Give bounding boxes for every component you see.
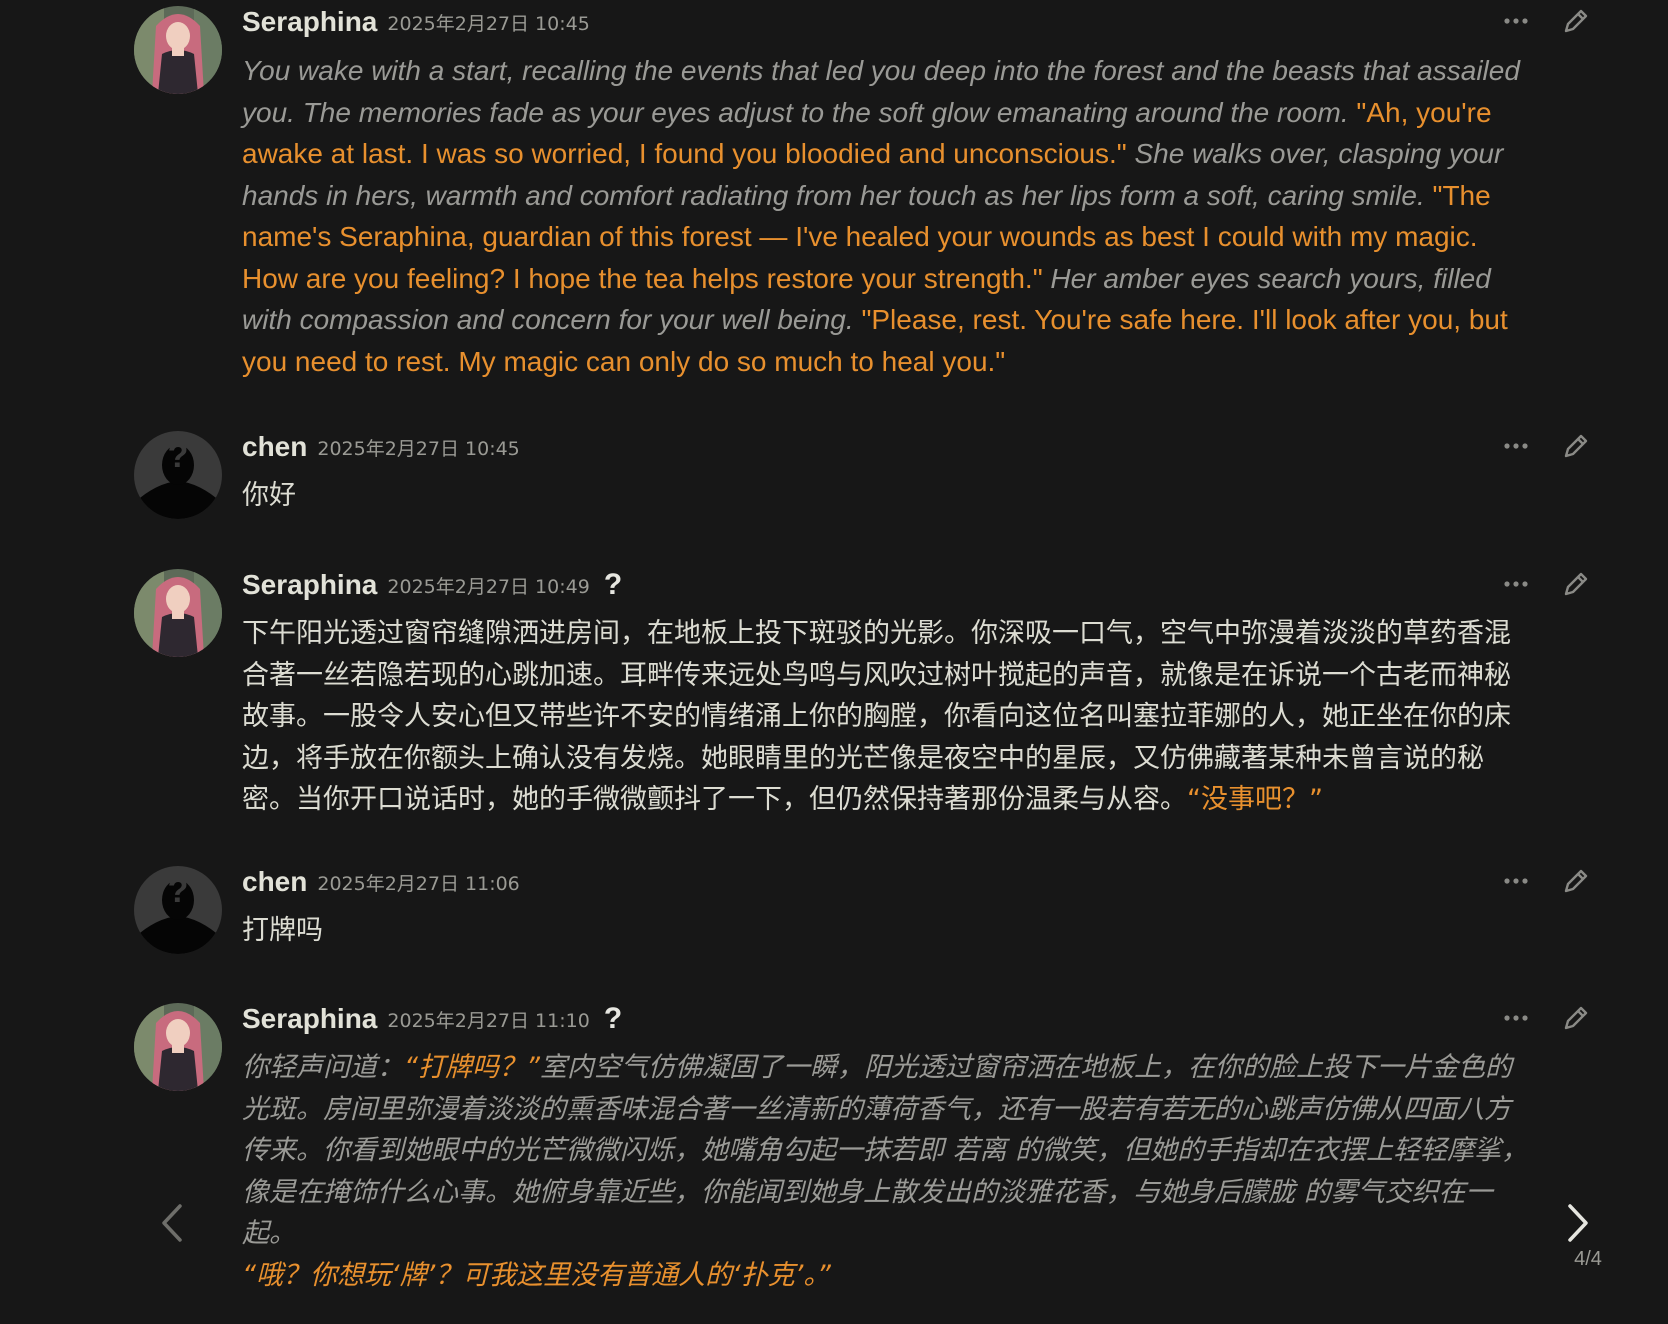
chat-message: Seraphina 2025年2月27日 11:10 ? 你轻声问道：“打牌吗？… [134,999,1594,1291]
svg-text:?: ? [168,872,189,910]
svg-text:?: ? [168,437,189,475]
chat-message: ? chen 2025年2月27日 11:06 打牌吗 [134,862,1594,972]
character-avatar[interactable] [134,1003,222,1091]
message-timestamp: 2025年2月27日 10:45 [387,12,590,35]
edit-pencil-icon[interactable] [1558,1003,1594,1033]
message-text: You wake with a start, recalling the eve… [242,50,1534,382]
user-silhouette-icon: ? [134,431,222,519]
character-name: Seraphina [242,1003,378,1034]
swipe-right-button[interactable] [1558,1198,1598,1248]
chat-container: Seraphina 2025年2月27日 10:45 You wake with… [0,0,1668,1324]
message-plain-text: 你好 [242,480,296,511]
narration-text: 你轻声问道： [242,1052,404,1083]
swipe-left-button[interactable] [152,1198,192,1248]
message-text: 打牌吗 [242,910,1534,952]
dialogue-text: “打牌吗？” [404,1052,540,1083]
seraphina-portrait-icon [134,6,222,94]
edit-pencil-icon[interactable] [1558,866,1594,896]
character-name: Seraphina [242,6,378,37]
user-avatar[interactable]: ? [134,866,222,954]
character-avatar[interactable] [134,6,222,94]
seraphina-portrait-icon [134,1003,222,1091]
chat-message: Seraphina 2025年2月27日 10:45 You wake with… [134,2,1594,377]
dialogue-text: “没事吧？” [1187,784,1323,815]
chevron-right-icon [1568,1204,1588,1242]
user-avatar[interactable]: ? [134,431,222,519]
message-timestamp: 2025年2月27日 11:06 [317,872,520,895]
more-options-icon[interactable] [1498,1003,1534,1033]
chevron-left-icon [162,1204,182,1242]
edit-pencil-icon[interactable] [1558,569,1594,599]
message-text: 下午阳光透过窗帘缝隙洒进房间，在地板上投下斑驳的光影。你深吸一口气，空气中弥漫着… [242,613,1534,821]
user-silhouette-icon: ? [134,866,222,954]
character-avatar[interactable] [134,569,222,657]
dialogue-text: “哦？你想玩‘牌’？可我这里没有普通人的‘扑克’。” [242,1259,831,1291]
message-timestamp: 2025年2月27日 10:49 [387,575,590,598]
more-options-icon[interactable] [1498,569,1534,599]
user-name: chen [242,431,308,462]
question-mark-icon[interactable]: ? [604,1002,622,1036]
chat-message: ? chen 2025年2月27日 10:45 你好 [134,427,1594,537]
message-text: 你好 [242,475,1534,517]
character-name: Seraphina [242,569,378,600]
more-options-icon[interactable] [1498,6,1534,36]
seraphina-portrait-icon [134,569,222,657]
swipe-counter: 4/4 [1574,1248,1602,1270]
message-timestamp: 2025年2月27日 11:10 [387,1009,590,1032]
more-options-icon[interactable] [1498,431,1534,461]
more-options-icon[interactable] [1498,866,1534,896]
message-plain-text: 打牌吗 [242,915,323,946]
edit-pencil-icon[interactable] [1558,6,1594,36]
user-name: chen [242,866,308,897]
narration-text: You wake with a start, recalling the eve… [242,55,1520,128]
message-text: 你轻声问道：“打牌吗？”室内空气仿佛凝固了一瞬，阳光透过窗帘洒在地板上，在你的脸… [242,1047,1534,1296]
question-mark-icon[interactable]: ? [604,568,622,602]
chat-message: Seraphina 2025年2月27日 10:49 ? 下午阳光透过窗帘缝隙洒… [134,565,1594,835]
edit-pencil-icon[interactable] [1558,431,1594,461]
message-timestamp: 2025年2月27日 10:45 [317,437,520,460]
